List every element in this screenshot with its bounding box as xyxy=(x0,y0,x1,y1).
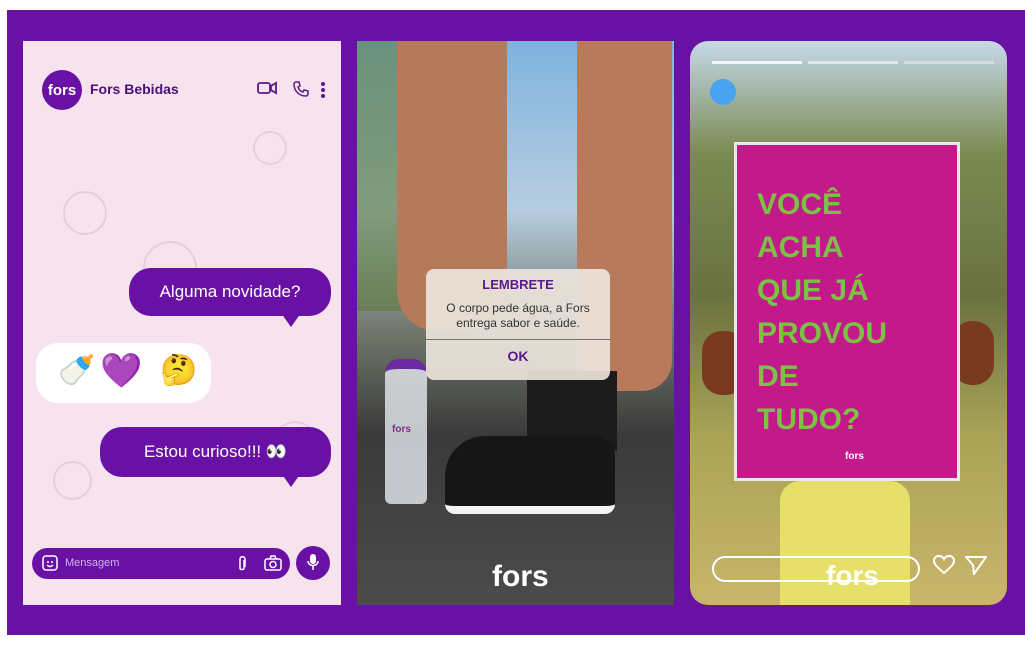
camera-icon[interactable] xyxy=(264,555,282,576)
contact-name[interactable]: Fors Bebidas xyxy=(90,81,179,97)
sign-text: VOCÊ ACHA QUE JÁ PROVOU DE TUDO? xyxy=(757,183,887,441)
message-text: Alguma novidade? xyxy=(159,282,301,301)
reminder-dialog[interactable]: LEMBRETE O corpo pede água, a Fors entre… xyxy=(426,269,610,380)
story-progress-bar xyxy=(808,61,898,64)
avatar[interactable] xyxy=(710,79,736,105)
microphone-icon xyxy=(307,553,319,574)
message-bubble[interactable]: Alguma novidade? xyxy=(129,268,331,316)
story-progress-bar xyxy=(904,61,994,64)
heart-icon[interactable] xyxy=(932,554,956,581)
more-options-icon[interactable] xyxy=(320,81,326,102)
purple-heart-emoji: 💜 xyxy=(100,352,143,390)
dialog-message: O corpo pede água, a Fors entrega sabor … xyxy=(446,301,590,330)
background-doodle xyxy=(63,191,107,235)
sign-line: QUE JÁ xyxy=(757,274,869,307)
attach-icon[interactable] xyxy=(237,555,247,578)
bubble-tail xyxy=(281,313,301,327)
dialog-title: LEMBRETE xyxy=(482,277,554,292)
sign-line: TUDO? xyxy=(757,403,861,436)
chat-header: fors Fors Bebidas xyxy=(23,41,341,110)
ok-button[interactable]: OK xyxy=(426,348,610,364)
message-input[interactable]: Mensagem xyxy=(65,557,119,569)
water-bottle-emoji: 🍼 xyxy=(58,354,96,387)
divider xyxy=(426,339,610,340)
bubble-tail xyxy=(281,473,301,487)
message-bubble[interactable]: Estou curioso!!! 👀 xyxy=(100,427,331,477)
story-progress-bar xyxy=(712,61,802,64)
poster-sign: VOCÊ ACHA QUE JÁ PROVOU DE TUDO? fors xyxy=(734,142,960,481)
background-doodle xyxy=(253,131,287,165)
video-call-icon[interactable] xyxy=(257,81,277,98)
sign-line: ACHA xyxy=(757,231,844,264)
sticker-icon[interactable] xyxy=(42,555,58,576)
brand-watermark: fors xyxy=(826,560,879,591)
water-bottle: fors xyxy=(385,359,427,504)
brand-watermark: fors xyxy=(492,560,549,593)
phone-icon[interactable] xyxy=(293,81,309,100)
chat-screen: fors Fors Bebidas Alguma novidade? 🍼 💜 🤔… xyxy=(23,41,341,605)
sign-logo: fors xyxy=(845,451,864,462)
reply-input[interactable] xyxy=(712,556,920,582)
bottle-label: fors xyxy=(392,424,411,435)
sneaker xyxy=(445,436,615,514)
emoji-message[interactable]: 🍼 💜 🤔 xyxy=(36,343,211,403)
sign-line: PROVOU xyxy=(757,317,888,350)
microphone-button[interactable] xyxy=(296,546,330,580)
message-input-bar[interactable]: Mensagem xyxy=(32,548,290,579)
avatar[interactable]: fors xyxy=(42,70,82,110)
thinking-face-emoji: 🤔 xyxy=(160,354,198,387)
message-text: Estou curioso!!! 👀 xyxy=(143,442,288,461)
sign-line: DE xyxy=(757,360,799,393)
photo-post: fors LEMBRETE O corpo pede água, a Fors … xyxy=(357,41,674,605)
story-post: VOCÊ ACHA QUE JÁ PROVOU DE TUDO? fors fo… xyxy=(690,41,1007,605)
send-icon[interactable] xyxy=(963,555,988,581)
background-doodle xyxy=(53,461,92,500)
sign-line: VOCÊ xyxy=(757,188,843,221)
